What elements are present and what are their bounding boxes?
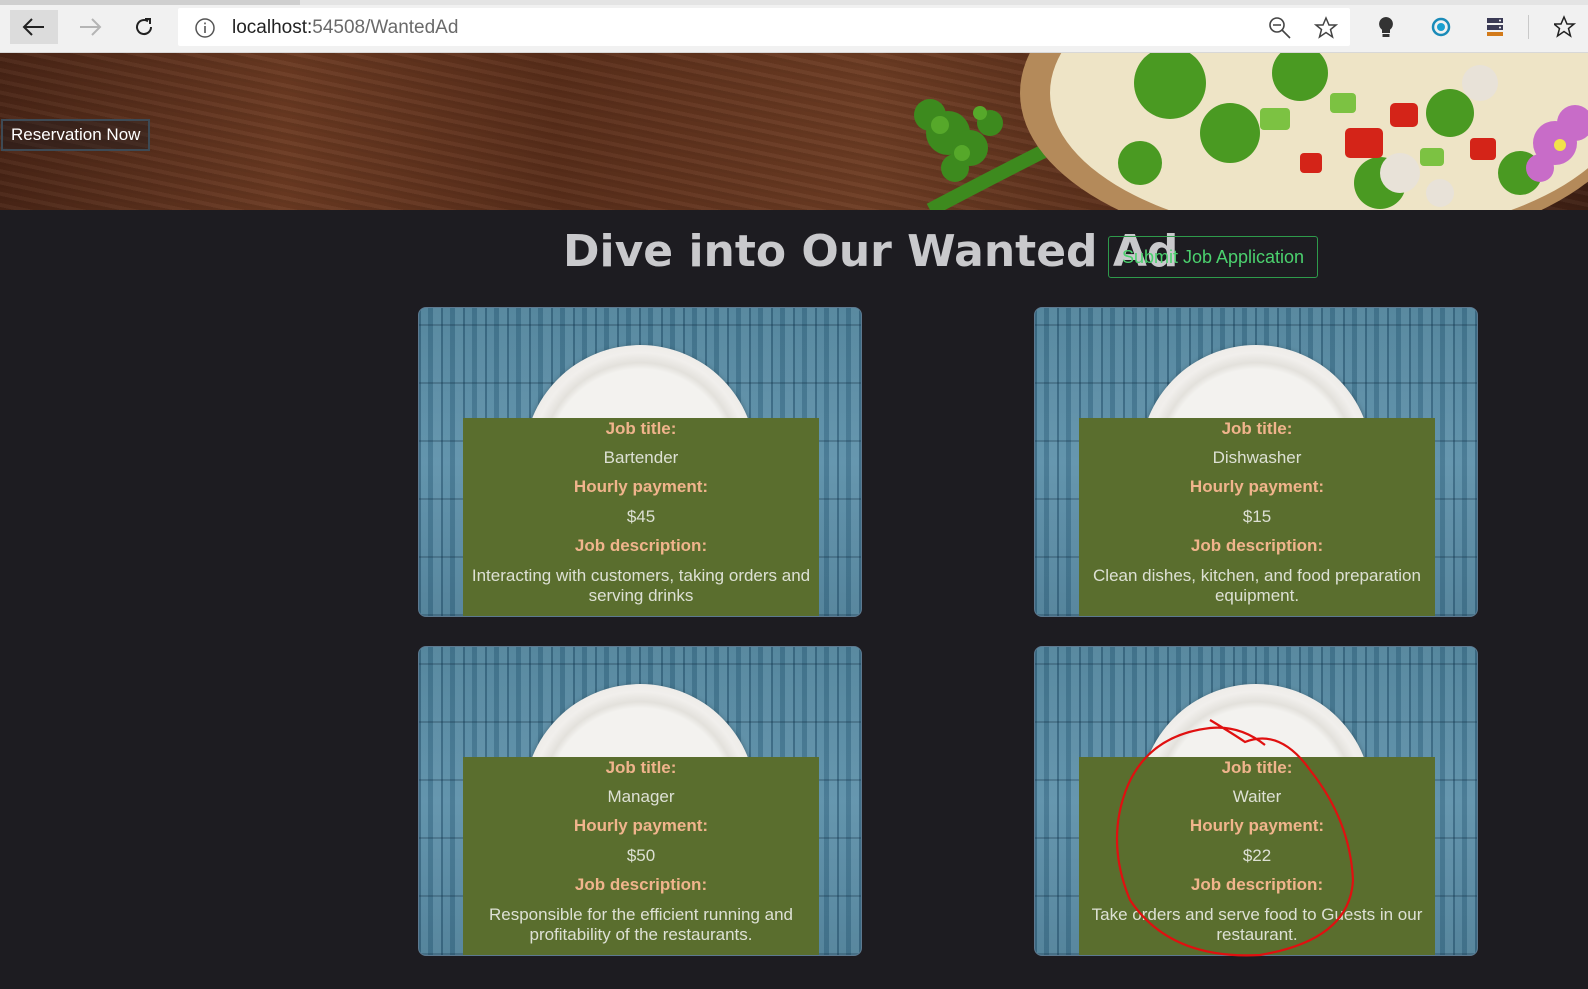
url-host: localhost:	[232, 17, 313, 38]
tab-strip	[0, 0, 1588, 5]
hourly-payment-label: Hourly payment:	[1189, 477, 1325, 496]
hourly-payment-label: Hourly payment:	[573, 816, 709, 835]
job-description-label: Job description:	[574, 875, 708, 894]
refresh-button[interactable]	[120, 10, 168, 44]
job-title-value: Bartender	[603, 447, 679, 467]
zoom-icon[interactable]	[1268, 16, 1292, 45]
refresh-icon	[136, 18, 153, 36]
url-path: 54508/WantedAd	[312, 17, 459, 38]
star-icon[interactable]	[1313, 16, 1339, 45]
info-icon[interactable]	[194, 17, 216, 44]
record-icon[interactable]	[1430, 15, 1452, 44]
job-description-label: Job description:	[1190, 875, 1324, 894]
job-title-value: Waiter	[1232, 786, 1282, 806]
back-arrow-icon	[22, 18, 44, 36]
job-info-panel: Job title: Bartender Hourly payment: $45…	[463, 418, 819, 616]
job-title-label: Job title:	[1221, 758, 1293, 777]
job-card-bartender: Job title: Bartender Hourly payment: $45…	[418, 307, 862, 617]
browser-toolbar: localhost:54508/WantedAd	[0, 0, 1588, 53]
toolbar-divider	[1528, 15, 1529, 39]
job-card-dishwasher: Job title: Dishwasher Hourly payment: $1…	[1034, 307, 1478, 617]
back-button[interactable]	[10, 10, 58, 44]
food-image	[914, 53, 1588, 210]
hourly-payment-label: Hourly payment:	[573, 477, 709, 496]
hourly-payment-value: $50	[626, 845, 656, 865]
job-description-label: Job description:	[1190, 536, 1324, 555]
job-title-label: Job title:	[605, 758, 677, 777]
hourly-payment-value: $22	[1242, 845, 1272, 865]
submit-job-application-button[interactable]: Submit Job Application	[1108, 236, 1318, 278]
job-title-label: Job title:	[1221, 419, 1293, 438]
hourly-payment-label: Hourly payment:	[1189, 816, 1325, 835]
job-title-label: Job title:	[605, 419, 677, 438]
hero-banner: Reservation Now	[0, 53, 1588, 210]
lightbulb-icon[interactable]	[1376, 15, 1396, 44]
hourly-payment-value: $15	[1242, 506, 1272, 526]
forward-button[interactable]	[66, 10, 114, 44]
favorites-icon[interactable]	[1551, 15, 1584, 44]
job-description-label: Job description:	[574, 536, 708, 555]
hourly-payment-value: $45	[626, 506, 656, 526]
job-description-value: Responsible for the efficient running an…	[489, 904, 793, 944]
job-description-value: Interacting with customers, taking order…	[471, 565, 811, 605]
job-info-panel: Job title: Waiter Hourly payment: $22 Jo…	[1079, 757, 1435, 955]
page-title: Dive into Our Wanted Ad	[563, 226, 1179, 277]
active-tab[interactable]	[0, 0, 300, 5]
forward-arrow-icon	[80, 18, 102, 36]
job-description-value: Clean dishes, kitchen, and food preparat…	[1093, 565, 1421, 605]
job-title-value: Dishwasher	[1212, 447, 1302, 467]
job-info-panel: Job title: Manager Hourly payment: $50 J…	[463, 757, 819, 955]
server-icon[interactable]	[1485, 15, 1507, 44]
job-card-waiter: Job title: Waiter Hourly payment: $22 Jo…	[1034, 646, 1478, 956]
job-card-manager: Job title: Manager Hourly payment: $50 J…	[418, 646, 862, 956]
job-info-panel: Job title: Dishwasher Hourly payment: $1…	[1079, 418, 1435, 616]
reservation-now-button[interactable]: Reservation Now	[1, 119, 151, 151]
url-text[interactable]: localhost:54508/WantedAd	[232, 17, 458, 39]
job-description-value: Take orders and serve food to Guests in …	[1091, 904, 1423, 944]
address-bar[interactable]: localhost:54508/WantedAd	[178, 8, 1350, 46]
job-title-value: Manager	[607, 786, 675, 806]
